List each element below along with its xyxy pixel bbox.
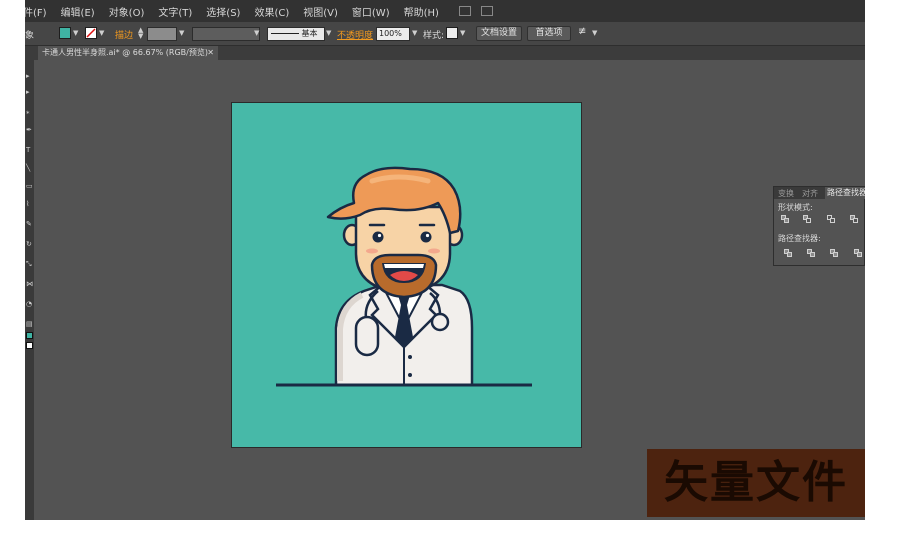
pencil-tool-icon[interactable]: ✎ xyxy=(26,220,32,228)
graphic-style-swatch[interactable] xyxy=(446,27,458,39)
menu-select[interactable]: 选择(S) xyxy=(206,4,240,19)
divide-icon[interactable] xyxy=(784,249,793,258)
tab-pathfinder[interactable]: 路径查找器 xyxy=(825,187,865,199)
paintbrush-tool-icon[interactable]: ⌇ xyxy=(26,200,32,208)
no-stroke-icon xyxy=(86,28,96,38)
bridge-icon[interactable] xyxy=(458,6,471,16)
close-icon[interactable]: ✕ xyxy=(207,46,214,60)
minus-front-icon[interactable] xyxy=(803,215,812,224)
shape-modes-label: 形状模式: xyxy=(778,203,813,212)
opacity-field[interactable]: 100% xyxy=(376,27,410,41)
panel-tabs: 变换 对齐 路径查找器 xyxy=(774,187,865,199)
left-cheek xyxy=(366,248,378,254)
menu-window[interactable]: 窗口(W) xyxy=(352,4,390,19)
stroke-dropdown-icon[interactable]: ▼ xyxy=(99,29,104,37)
brush-label: 基本 xyxy=(301,29,318,38)
stroke-label[interactable]: 描边 xyxy=(115,28,133,41)
type-tool-icon[interactable]: T xyxy=(26,146,32,154)
stroke-color-swatch[interactable] xyxy=(85,27,97,39)
gradient-tool-icon[interactable]: ▤ xyxy=(26,320,33,328)
opacity-label[interactable]: 不透明度 xyxy=(337,28,373,41)
line-tool-icon[interactable]: ╲ xyxy=(26,164,32,172)
opacity-dropdown-icon[interactable]: ▼ xyxy=(412,29,417,37)
magic-wand-tool-icon[interactable]: ⁎ xyxy=(26,108,32,116)
document-tab[interactable]: 卡通人男性半身照.ai* @ 66.67% (RGB/预览) ✕ xyxy=(38,46,218,60)
watermark-label: 矢量文件 xyxy=(647,449,865,517)
scale-tool-icon[interactable]: ⤡ xyxy=(26,260,32,268)
menu-bar: 件(F) 编辑(E) 对象(O) 文字(T) 选择(S) 效果(C) 视图(V)… xyxy=(25,0,865,22)
menu-type[interactable]: 文字(T) xyxy=(158,4,192,19)
rectangle-tool-icon[interactable]: ▭ xyxy=(26,182,33,190)
tab-align[interactable]: 对齐 xyxy=(802,188,818,199)
stroke-weight-field[interactable] xyxy=(147,27,177,41)
teeth xyxy=(384,264,424,268)
trim-icon[interactable] xyxy=(807,249,816,258)
align-options-icon[interactable]: ≢ xyxy=(578,26,586,37)
style-dropdown-icon[interactable]: ▼ xyxy=(460,29,465,37)
crop-icon[interactable] xyxy=(854,249,863,258)
style-label: 样式: xyxy=(423,31,445,41)
exclude-icon[interactable] xyxy=(850,215,859,224)
doctor-illustration xyxy=(276,166,532,387)
fill-dropdown-icon[interactable]: ▼ xyxy=(73,29,78,37)
arrange-documents-icon[interactable] xyxy=(480,6,493,16)
menu-items: 件(F) 编辑(E) 对象(O) 文字(T) 选择(S) 效果(C) 视图(V)… xyxy=(25,4,453,19)
fill-color-swatch[interactable] xyxy=(59,27,71,39)
rotate-tool-icon[interactable]: ↻ xyxy=(26,240,32,248)
variable-width-profile[interactable] xyxy=(192,27,260,41)
menu-edit[interactable]: 编辑(E) xyxy=(61,4,95,19)
direct-selection-tool-icon[interactable]: ▸ xyxy=(26,88,32,96)
stroke-weight-dropdown-icon[interactable]: ▼ xyxy=(179,29,184,37)
preferences-button[interactable]: 首选项 xyxy=(527,26,571,41)
tab-transform[interactable]: 变换 xyxy=(778,188,794,199)
menu-file[interactable]: 件(F) xyxy=(25,4,47,19)
pen-tool-icon[interactable]: ✒ xyxy=(26,126,32,134)
merge-icon[interactable] xyxy=(830,249,839,258)
stroke-indicator[interactable] xyxy=(26,342,33,349)
stethoscope-chestpiece xyxy=(430,312,450,332)
brush-stroke-preview xyxy=(271,33,299,34)
intersect-icon[interactable] xyxy=(827,215,836,224)
profile-dropdown-icon[interactable]: ▼ xyxy=(254,29,259,37)
menu-object[interactable]: 对象(O) xyxy=(109,4,145,19)
artboard[interactable] xyxy=(231,102,582,448)
fill-indicator[interactable] xyxy=(26,332,33,339)
menu-effect[interactable]: 效果(C) xyxy=(254,4,289,19)
brush-definition[interactable]: 基本 xyxy=(267,27,325,41)
align-dropdown-icon[interactable]: ▼ xyxy=(592,29,597,37)
document-tab-strip: 卡通人男性半身照.ai* @ 66.67% (RGB/预览) ✕ xyxy=(25,46,865,60)
illustrator-window: 件(F) 编辑(E) 对象(O) 文字(T) 选择(S) 效果(C) 视图(V)… xyxy=(25,0,865,520)
brush-dropdown-icon[interactable]: ▼ xyxy=(326,29,331,37)
pathfinders-label: 路径查找器: xyxy=(778,234,821,243)
menu-help[interactable]: 帮助(H) xyxy=(404,4,439,19)
document-tab-title: 卡通人男性半身照.ai* @ 66.67% (RGB/预览) xyxy=(42,48,208,57)
right-cheek xyxy=(428,248,440,254)
control-bar: 象 ▼ ▼ 描边 ▲ ▼ ▼ ▼ 基本 ▼ 不透明度 100% ▼ 样式: ▼ 文… xyxy=(25,22,865,46)
pathfinder-panel: 变换 对齐 路径查找器 形状模式: 路径查找器: xyxy=(773,186,865,266)
unite-icon[interactable] xyxy=(781,215,790,224)
document-setup-button[interactable]: 文档设置 xyxy=(476,26,522,41)
shape-builder-tool-icon[interactable]: ◔ xyxy=(26,300,32,308)
width-tool-icon[interactable]: ⋈ xyxy=(26,280,33,288)
selection-label: 象 xyxy=(25,31,35,41)
selection-tool-icon[interactable]: ▸ xyxy=(26,72,32,80)
stroke-weight-stepper[interactable]: ▲ ▼ xyxy=(138,27,143,40)
left-eye xyxy=(372,231,384,243)
stethoscope-earpiece xyxy=(354,315,380,357)
tools-panel: ▸ ▸ ⁎ ✒ T ╲ ▭ ⌇ ✎ ↻ ⤡ ⋈ ◔ ▤ xyxy=(25,60,34,520)
menu-view[interactable]: 视图(V) xyxy=(303,4,338,19)
right-eye xyxy=(420,231,432,243)
